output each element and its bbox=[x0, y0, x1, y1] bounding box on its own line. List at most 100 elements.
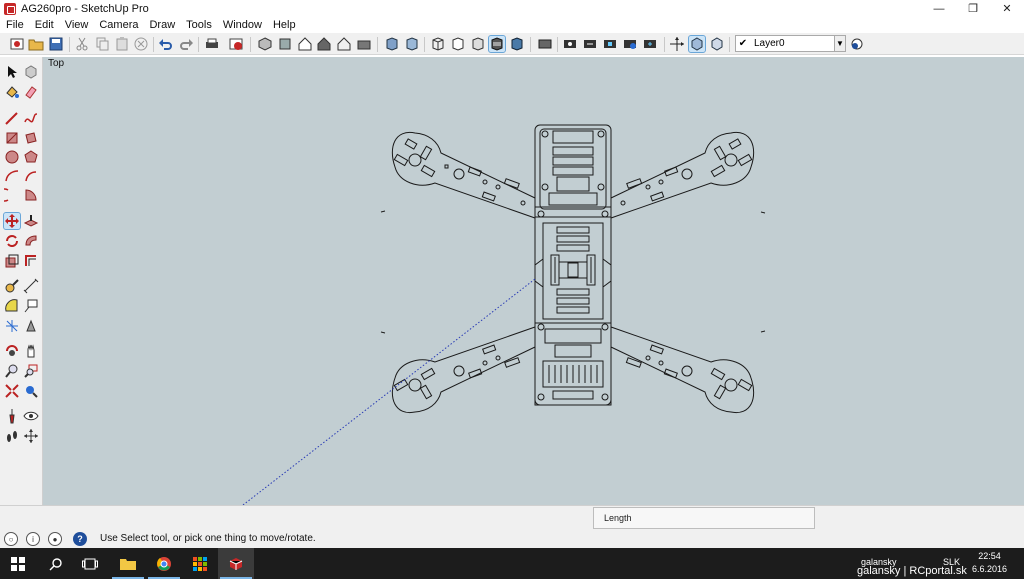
open-folder-icon[interactable] bbox=[28, 36, 44, 52]
taskbar-clock[interactable]: 22:54 6.6.2016 bbox=[972, 550, 1007, 576]
menu-window[interactable]: Window bbox=[217, 19, 267, 31]
copy-icon[interactable] bbox=[94, 36, 110, 52]
rotate-icon[interactable] bbox=[4, 233, 20, 249]
user-sign-in-icon[interactable]: ● bbox=[48, 532, 62, 546]
back-edges-icon[interactable] bbox=[404, 36, 420, 52]
arc-icon[interactable] bbox=[4, 168, 20, 184]
offset-icon[interactable] bbox=[23, 253, 39, 269]
layer-manager-icon[interactable] bbox=[849, 36, 865, 52]
push-pull-icon[interactable] bbox=[23, 213, 39, 229]
scale-icon[interactable] bbox=[4, 253, 20, 269]
wireframe-icon[interactable] bbox=[430, 36, 446, 52]
undo-icon[interactable] bbox=[158, 36, 174, 52]
close-button[interactable]: ✕ bbox=[990, 0, 1024, 17]
zoom-window-icon[interactable] bbox=[23, 363, 39, 379]
menu-help[interactable]: Help bbox=[267, 19, 301, 31]
menu-camera[interactable]: Camera bbox=[93, 19, 143, 31]
shaded-icon[interactable] bbox=[470, 36, 486, 52]
text-icon[interactable] bbox=[23, 298, 39, 314]
minimize-button[interactable]: — bbox=[922, 0, 956, 17]
monochrome-icon[interactable] bbox=[509, 36, 525, 52]
measurements-label: Length bbox=[604, 513, 632, 523]
position-camera-icon[interactable] bbox=[709, 36, 725, 52]
section-plane-icon[interactable] bbox=[537, 36, 553, 52]
section-plane-tool-icon[interactable] bbox=[23, 428, 39, 444]
top-view-icon[interactable] bbox=[277, 36, 293, 52]
file-explorer-icon[interactable] bbox=[110, 548, 146, 579]
eraser-icon[interactable] bbox=[23, 84, 39, 100]
look-around-icon[interactable] bbox=[23, 408, 39, 424]
maximize-button[interactable]: ❐ bbox=[956, 0, 990, 17]
freehand-icon[interactable] bbox=[23, 110, 39, 126]
menu-file[interactable]: File bbox=[0, 19, 29, 31]
info-credits-icon[interactable]: i bbox=[26, 532, 40, 546]
circle-icon[interactable] bbox=[4, 149, 20, 165]
paint-bucket-icon[interactable] bbox=[4, 84, 20, 100]
move-icon[interactable] bbox=[3, 212, 21, 230]
pie-icon[interactable] bbox=[23, 187, 39, 203]
save-icon[interactable] bbox=[48, 36, 64, 52]
orbit-icon[interactable] bbox=[688, 35, 706, 53]
search-icon[interactable] bbox=[38, 548, 74, 579]
rectangle-icon[interactable] bbox=[4, 130, 20, 146]
status-bar: ○ i ● ? Use Select tool, or pick one thi… bbox=[0, 505, 1024, 548]
paste-icon[interactable] bbox=[114, 36, 130, 52]
warehouse-icon[interactable] bbox=[562, 36, 578, 52]
menu-tools[interactable]: Tools bbox=[180, 19, 217, 31]
left-view-icon[interactable] bbox=[356, 36, 372, 52]
new-model-icon[interactable] bbox=[9, 36, 25, 52]
shaded-textures-icon[interactable] bbox=[488, 35, 506, 53]
pan-hand-icon[interactable] bbox=[23, 343, 39, 359]
rotated-rectangle-icon[interactable] bbox=[23, 130, 39, 146]
xray-icon[interactable] bbox=[384, 36, 400, 52]
polygon-icon[interactable] bbox=[23, 149, 39, 165]
erase-icon[interactable] bbox=[133, 36, 149, 52]
layer-dropdown[interactable]: ✔ Layer0 ▼ bbox=[735, 35, 846, 52]
line-pencil-icon[interactable] bbox=[4, 110, 20, 126]
share-component-icon[interactable] bbox=[602, 36, 618, 52]
help-icon[interactable]: ? bbox=[73, 532, 87, 546]
share-model-icon[interactable] bbox=[582, 36, 598, 52]
clock-time: 22:54 bbox=[978, 551, 1001, 561]
two-point-arc-icon[interactable] bbox=[23, 168, 39, 184]
protractor-icon[interactable] bbox=[4, 298, 20, 314]
axes-icon[interactable] bbox=[669, 36, 685, 52]
follow-me-icon[interactable] bbox=[23, 233, 39, 249]
right-view-icon[interactable] bbox=[316, 36, 332, 52]
cut-icon[interactable] bbox=[74, 36, 90, 52]
3d-text-icon[interactable] bbox=[23, 318, 39, 334]
sketchup-taskbar-icon[interactable] bbox=[218, 548, 254, 579]
axes-tool-icon[interactable] bbox=[4, 318, 20, 334]
chevron-down-icon[interactable]: ▼ bbox=[834, 36, 845, 51]
menu-edit[interactable]: Edit bbox=[29, 19, 59, 31]
chrome-icon[interactable] bbox=[146, 548, 182, 579]
tape-measure-icon[interactable] bbox=[4, 278, 20, 294]
position-camera-tool-icon[interactable] bbox=[4, 408, 20, 424]
three-point-arc-icon[interactable] bbox=[4, 187, 20, 203]
back-view-icon[interactable] bbox=[336, 36, 352, 52]
menu-draw[interactable]: Draw bbox=[143, 19, 180, 31]
menu-view[interactable]: View bbox=[59, 19, 94, 31]
redo-icon[interactable] bbox=[178, 36, 194, 52]
measurements-box[interactable]: Length bbox=[593, 507, 815, 529]
iso-view-icon[interactable] bbox=[257, 36, 273, 52]
geo-location-icon[interactable]: ○ bbox=[4, 532, 18, 546]
front-view-icon[interactable] bbox=[297, 36, 313, 52]
walk-icon[interactable] bbox=[4, 428, 20, 444]
zoom-icon[interactable] bbox=[4, 363, 20, 379]
print-icon[interactable] bbox=[204, 36, 220, 52]
dimension-icon[interactable] bbox=[23, 278, 39, 294]
make-component-icon[interactable] bbox=[23, 64, 39, 80]
zoom-extents-icon[interactable] bbox=[4, 383, 20, 399]
store-app-icon[interactable] bbox=[182, 548, 218, 579]
extension-warehouse-icon[interactable] bbox=[622, 36, 638, 52]
previous-view-icon[interactable] bbox=[23, 383, 39, 399]
extension-manager-icon[interactable] bbox=[642, 36, 658, 52]
task-view-icon[interactable] bbox=[72, 548, 108, 579]
hidden-line-icon[interactable] bbox=[450, 36, 466, 52]
model-info-icon[interactable] bbox=[228, 36, 244, 52]
select-arrow-icon[interactable] bbox=[4, 64, 20, 80]
orbit-tool-icon[interactable] bbox=[4, 343, 20, 359]
windows-start-icon[interactable] bbox=[0, 548, 36, 579]
model-viewport[interactable]: Top bbox=[43, 57, 1024, 505]
